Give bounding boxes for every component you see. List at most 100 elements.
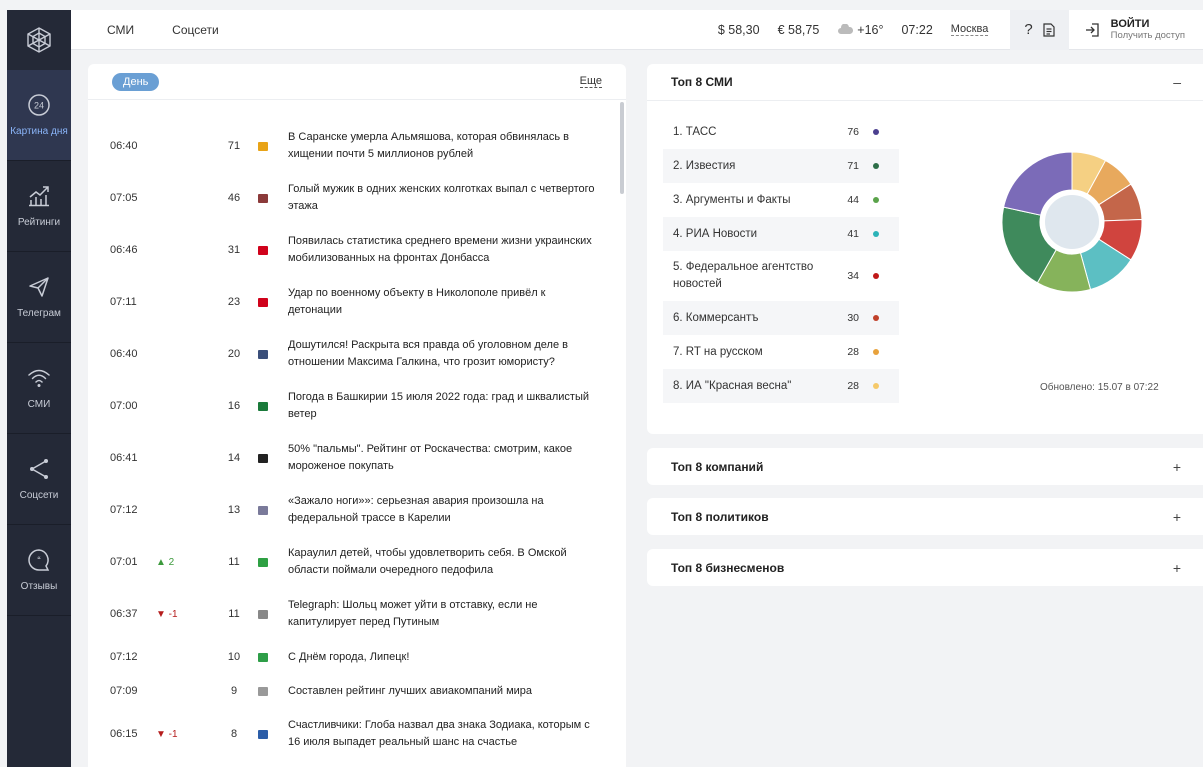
news-time: 06:46 bbox=[110, 244, 138, 256]
news-count: 9 bbox=[230, 685, 238, 697]
top-politicians-header[interactable]: Топ 8 политиков + bbox=[647, 498, 1203, 535]
news-title[interactable]: Появилась статистика среднего времени жи… bbox=[288, 233, 618, 267]
top-businessmen-header[interactable]: Топ 8 бизнесменов + bbox=[647, 549, 1203, 586]
current-time: 07:22 bbox=[901, 22, 933, 37]
news-row[interactable]: 06:40 71 В Саранске умерла Альмяшова, кото… bbox=[88, 120, 618, 172]
sidebar-item-reviews[interactable]: “ Отзывы bbox=[7, 525, 71, 616]
news-row[interactable]: 06:37 ▼ -1 11 Telegraph: Шольц может уйти в… bbox=[88, 588, 618, 640]
top-media-header[interactable]: Топ 8 СМИ – bbox=[647, 64, 1203, 101]
top-media-item[interactable]: 7. RT на русском 28 bbox=[663, 335, 899, 369]
news-change: ▼ -1 bbox=[156, 608, 178, 620]
top-media-item[interactable]: 8. ИА "Красная весна" 28 bbox=[663, 369, 899, 403]
source-icon-mark bbox=[258, 349, 268, 359]
news-time: 06:15 bbox=[110, 728, 138, 740]
news-row[interactable]: 07:05 46 Голый мужик в одних женских колго… bbox=[88, 172, 618, 224]
help-button[interactable]: ? bbox=[1024, 21, 1032, 38]
sidebar-item-label: Отзывы bbox=[20, 580, 58, 592]
donut-center bbox=[1045, 195, 1099, 249]
media-value: 30 bbox=[847, 312, 859, 324]
news-row[interactable]: 07:12 13 «Зажало ноги»»: серьезная авария … bbox=[88, 484, 618, 536]
news-title[interactable]: «Зажало ноги»»: серьезная авария произош… bbox=[288, 493, 618, 527]
media-color-dot bbox=[873, 163, 879, 169]
expand-icon[interactable]: + bbox=[1173, 459, 1181, 475]
news-time: 06:41 bbox=[110, 452, 138, 464]
media-value: 34 bbox=[847, 270, 859, 282]
scrollbar[interactable] bbox=[620, 102, 624, 194]
news-title[interactable]: Караулил детей, чтобы удовлетворить себя… bbox=[288, 545, 618, 579]
news-row[interactable]: 06:40 20 Дошутился! Раскрыта вся правда об… bbox=[88, 328, 618, 380]
media-name: 8. ИА "Красная весна" bbox=[673, 379, 792, 392]
news-title[interactable]: Удар по военному объекту в Николополе пр… bbox=[288, 285, 618, 319]
media-color-dot bbox=[873, 273, 879, 279]
eur-rate: € 58,75 bbox=[777, 22, 820, 37]
top-companies-header[interactable]: Топ 8 компаний + bbox=[647, 448, 1203, 485]
news-row[interactable]: 06:15 ▼ -1 8 Счастливчики: Глоба назвал два… bbox=[88, 708, 618, 760]
top-media-item[interactable]: 4. РИА Новости 41 bbox=[663, 217, 899, 251]
news-panel-header: День Еще bbox=[88, 64, 626, 100]
top-media-item[interactable]: 3. Аргументы и Факты 44 bbox=[663, 183, 899, 217]
city-selector[interactable]: Москва bbox=[950, 23, 989, 36]
news-row[interactable]: 07:09 9 Составлен рейтинг лучших авиакомпа… bbox=[88, 674, 618, 708]
login-button[interactable]: ВОЙТИ Получить доступ bbox=[1069, 18, 1203, 41]
news-row[interactable]: 06:41 14 50% "пальмы". Рейтинг от Роскачес… bbox=[88, 432, 618, 484]
news-row[interactable]: 06:46 31 Появилась статистика среднего вре… bbox=[88, 224, 618, 276]
media-name: 1. ТАСС bbox=[673, 125, 717, 138]
news-title[interactable]: Составлен рейтинг лучших авиакомпаний ми… bbox=[288, 683, 618, 700]
top-media-item[interactable]: 2. Известия 71 bbox=[663, 149, 899, 183]
media-name: 6. Коммерсантъ bbox=[673, 311, 759, 324]
top-media-item[interactable]: 5. Федеральное агентство новостей 34 bbox=[663, 251, 899, 301]
source-icon bbox=[254, 348, 272, 360]
source-icon bbox=[254, 400, 272, 412]
updated-label: Обновлено: 15.07 в 07:22 bbox=[1040, 382, 1159, 393]
sidebar-item-social[interactable]: Соцсети bbox=[7, 434, 71, 525]
source-icon-mark bbox=[258, 401, 268, 411]
top-businessmen-panel: Топ 8 бизнесменов + bbox=[647, 549, 1203, 586]
sidebar-item-media[interactable]: СМИ bbox=[7, 343, 71, 434]
expand-icon[interactable]: + bbox=[1173, 509, 1181, 525]
media-color-dot bbox=[873, 383, 879, 389]
collapse-icon[interactable]: – bbox=[1173, 74, 1181, 90]
news-title[interactable]: С Днём города, Липецк! bbox=[288, 649, 618, 666]
tab-social[interactable]: Соцсети bbox=[134, 23, 219, 37]
top-politicians-title: Топ 8 политиков bbox=[671, 509, 769, 524]
news-row[interactable]: 07:00 16 Погода в Башкирии 15 июля 2022 го… bbox=[88, 380, 618, 432]
news-count: 46 bbox=[227, 192, 241, 204]
news-title[interactable]: В Саранске умерла Альмяшова, которая обв… bbox=[288, 129, 618, 163]
news-row[interactable]: 07:11 23 Удар по военному объекту в Николо… bbox=[88, 276, 618, 328]
news-title[interactable]: 50% "пальмы". Рейтинг от Роскачества: см… bbox=[288, 441, 618, 475]
source-icon bbox=[254, 728, 272, 740]
media-value: 71 bbox=[847, 160, 859, 172]
sidebar-item-label: СМИ bbox=[27, 398, 51, 410]
sidebar-item-telegram[interactable]: Телеграм bbox=[7, 252, 71, 343]
logo[interactable] bbox=[7, 10, 71, 70]
news-title[interactable]: Счастливчики: Глоба назвал два знака Зод… bbox=[288, 717, 618, 751]
document-icon[interactable] bbox=[1043, 22, 1055, 37]
expand-icon[interactable]: + bbox=[1173, 560, 1181, 576]
top-media-item[interactable]: 1. ТАСС 76 bbox=[663, 115, 899, 149]
tab-media[interactable]: СМИ bbox=[71, 23, 134, 37]
usd-rate: $ 58,30 bbox=[717, 22, 760, 37]
more-link[interactable]: Еще bbox=[579, 75, 602, 88]
sidebar-item-ratings[interactable]: Рейтинги bbox=[7, 161, 71, 252]
news-change: ▼ -1 bbox=[156, 728, 178, 740]
source-icon bbox=[254, 651, 272, 663]
source-icon bbox=[254, 296, 272, 308]
news-count: 8 bbox=[230, 728, 238, 740]
news-title[interactable]: Погода в Башкирии 15 июля 2022 года: гра… bbox=[288, 389, 618, 423]
news-title[interactable]: Telegraph: Шольц может уйти в отставку, … bbox=[288, 597, 618, 631]
sidebar: 24 Картина дня Рейтинги Телеграм СМИ Соц… bbox=[7, 10, 71, 767]
news-row[interactable]: 07:12 10 С Днём города, Липецк! bbox=[88, 640, 618, 674]
news-row[interactable]: 07:01 ▲ 2 11 Караулил детей, чтобы удовлетв… bbox=[88, 536, 618, 588]
top-media-item[interactable]: 6. Коммерсантъ 30 bbox=[663, 301, 899, 335]
news-title[interactable]: Голый мужик в одних женских колготках вы… bbox=[288, 181, 618, 215]
period-selector[interactable]: День bbox=[112, 72, 160, 91]
top-media-panel: Топ 8 СМИ – 1. ТАСС 76 2. Известия 71 3. Арг… bbox=[647, 64, 1203, 434]
news-title[interactable]: Дошутился! Раскрыта вся правда об уголов… bbox=[288, 337, 618, 371]
top-media-list: 1. ТАСС 76 2. Известия 71 3. Аргументы и Фак… bbox=[663, 115, 899, 403]
source-icon bbox=[254, 192, 272, 204]
media-value: 28 bbox=[847, 380, 859, 392]
news-time: 07:05 bbox=[110, 192, 138, 204]
top-media-title: Топ 8 СМИ bbox=[671, 75, 733, 89]
news-time: 07:09 bbox=[110, 685, 138, 697]
sidebar-item-day-picture[interactable]: 24 Картина дня bbox=[7, 70, 71, 161]
